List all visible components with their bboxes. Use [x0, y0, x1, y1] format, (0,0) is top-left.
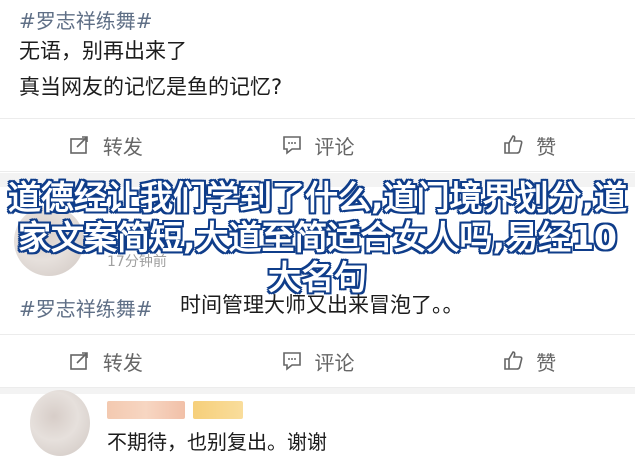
comment-button-2[interactable]: 评论 [212, 347, 424, 376]
like-label: 赞 [536, 350, 557, 375]
comment-label: 评论 [314, 134, 355, 159]
post-1-hashtag[interactable]: #罗志祥练舞# [19, 5, 153, 34]
post-2-text: 时间管理大师又出来冒泡了。。 [180, 293, 464, 317]
repost-icon [70, 136, 88, 154]
comment-avatar[interactable] [30, 390, 90, 456]
like-label: 赞 [536, 134, 557, 159]
post-1-line-1: 无语，别再出来了 [19, 39, 187, 63]
post-2-action-bar: 转发 评论 赞 [0, 334, 635, 388]
repost-label: 转发 [102, 134, 143, 159]
like-button-2[interactable]: 赞 [423, 347, 635, 376]
commenter-name-blurred [107, 401, 185, 419]
thumbs-up-icon [504, 351, 523, 370]
repost-label: 转发 [102, 350, 143, 375]
repost-icon [70, 352, 88, 370]
overlay-title: 道德经让我们学到了什么,道门境界划分,道家文案简短,大道至简适合女人吗,易经10… [7, 178, 628, 297]
like-button[interactable]: 赞 [423, 131, 635, 160]
comment-button[interactable]: 评论 [212, 131, 424, 160]
repost-button[interactable]: 转发 [0, 131, 212, 160]
comment-icon [282, 136, 301, 155]
comment-label: 评论 [314, 350, 355, 375]
comment-text: 不期待，也别复出。谢谢 [107, 430, 327, 454]
repost-button-2[interactable]: 转发 [0, 347, 212, 376]
post-2-hashtag[interactable]: #罗志祥练舞# [19, 293, 153, 322]
comment-icon [282, 352, 301, 371]
post-1-action-bar: 转发 评论 赞 [0, 118, 635, 172]
commenter-badge-blurred [193, 401, 243, 419]
post-1-line-2: 真当网友的记忆是鱼的记忆? [19, 75, 283, 99]
section-divider-2 [0, 388, 635, 394]
thumbs-up-icon [504, 135, 523, 154]
